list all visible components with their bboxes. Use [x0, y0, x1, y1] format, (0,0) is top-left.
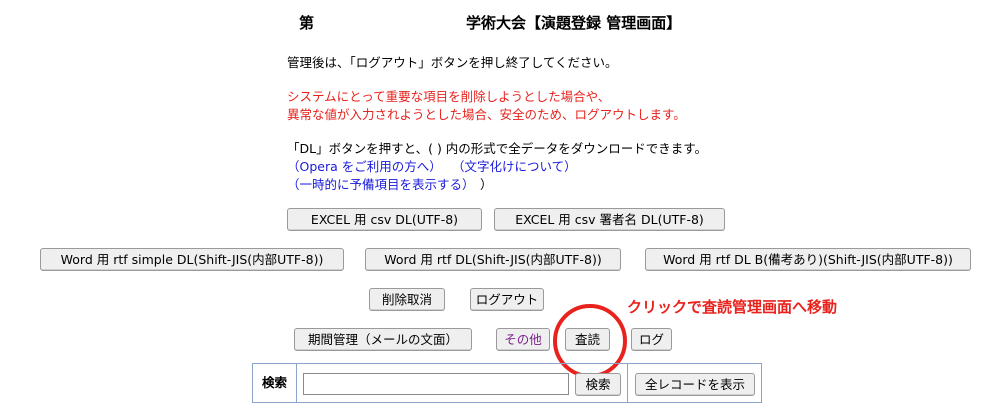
closing-paren: ）: [480, 177, 493, 192]
warning-line-1: システムにとって重要な項目を削除しようとした場合や、: [287, 89, 611, 104]
page-title-prefix: 第: [299, 14, 315, 32]
warning-line-2: 異常な値が入力されようとした場合、安全のため、ログアウトします。: [287, 107, 686, 122]
logout-button[interactable]: ログアウト: [470, 288, 544, 311]
log-button[interactable]: ログ: [631, 328, 672, 351]
mojibake-link[interactable]: （文字化けについて）: [452, 156, 577, 175]
other-button[interactable]: その他: [496, 328, 550, 351]
show-all-records-button[interactable]: 全レコードを表示: [635, 373, 755, 396]
search-label: 検索: [253, 364, 297, 402]
search-cell-divider: [627, 364, 628, 402]
download-note: 「DL」ボタンを押すと、( ) 内の形式で全データをダウンロードできます。: [287, 141, 708, 156]
word-rtf-simple-download-button[interactable]: Word 用 rtf simple DL(Shift-JIS(内部UTF-8)): [40, 248, 344, 271]
word-rtf-download-button[interactable]: Word 用 rtf DL(Shift-JIS(内部UTF-8)): [365, 248, 621, 271]
logout-instruction: 管理後は、「ログアウト」ボタンを押し終了してください。: [287, 55, 618, 70]
search-input[interactable]: [303, 373, 569, 395]
show-reserve-fields-link[interactable]: （一時的に予備項目を表示する）: [287, 174, 475, 193]
search-button[interactable]: 検索: [575, 373, 621, 396]
excel-csv-download-button[interactable]: EXCEL 用 csv DL(UTF-8): [287, 208, 482, 231]
page-title: 学術大会【演題登録 管理画面】: [466, 14, 682, 32]
word-rtf-b-download-button[interactable]: Word 用 rtf DL B(備考あり)(Shift-JIS(内部UTF-8)…: [645, 248, 971, 271]
review-annotation-text: クリックで査読管理画面へ移動: [627, 298, 838, 316]
excel-csv-author-download-button[interactable]: EXCEL 用 csv 署者名 DL(UTF-8): [494, 208, 725, 231]
opera-users-link[interactable]: （Opera をご利用の方へ）: [287, 156, 442, 175]
undo-delete-button[interactable]: 削除取消: [369, 288, 445, 311]
period-management-button[interactable]: 期間管理（メールの文面）: [294, 328, 472, 351]
search-panel: 検索 検索 全レコードを表示: [252, 363, 762, 403]
